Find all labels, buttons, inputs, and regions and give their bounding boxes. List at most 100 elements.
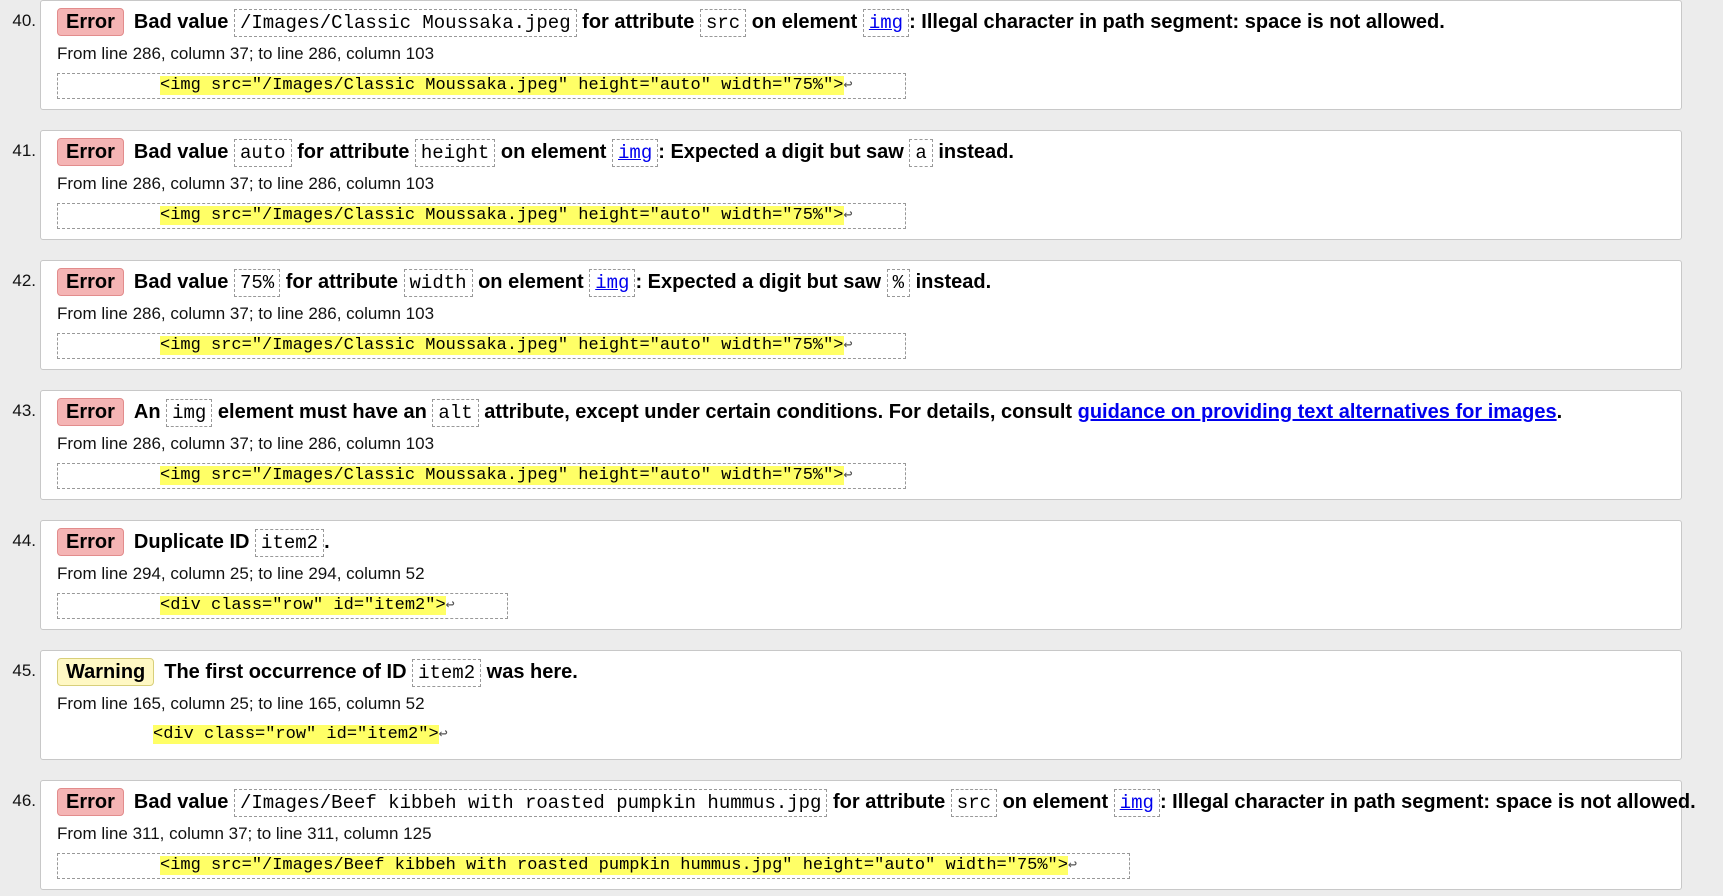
message-text: element must have an [212,401,433,423]
code-snippet: % [886,269,911,297]
message-text: Bad value [133,271,234,293]
highlighted-code: <img src="/Images/Classic Moussaka.jpeg"… [160,466,844,485]
message-text: : Expected a digit but saw [635,271,887,293]
message-text: on element [997,791,1114,813]
message-text: on element [472,271,590,293]
code-extract: <div class="row" id="item2">↩ [57,593,508,619]
img-element-link[interactable]: img [1113,789,1160,817]
code-snippet: height [414,139,496,167]
message-text: for attribute [576,11,700,33]
img-element-link[interactable]: img [862,9,910,37]
message-title: Warning The first occurrence of ID item2 … [57,657,578,687]
code-snippet: src [950,789,998,817]
code-snippet: /Images/Beef kibbeh with roasted pumpkin… [233,789,828,817]
source-location: From line 286, column 37; to line 286, c… [57,304,435,323]
message-number: 43. [12,401,36,420]
message-card: Error Bad value /Images/Beef kibbeh with … [40,780,1696,890]
message-card: Error Bad value /Images/Classic Moussaka.… [40,0,1682,110]
source-location: From line 286, column 37; to line 286, c… [57,174,435,193]
return-icon: ↩ [843,207,853,224]
img-element-link[interactable]: img [612,139,659,167]
message-text: on element [495,141,613,163]
message-card: Error An img element must have an alt att… [40,390,1682,500]
code-snippet: img [166,399,213,427]
source-location: From line 311, column 37; to line 311, c… [57,824,432,843]
code-extract: <img src="/Images/Classic Moussaka.jpeg"… [57,73,906,99]
message-text: Duplicate ID [133,531,256,553]
message-text: attribute, except under certain conditio… [478,401,1078,423]
return-icon: ↩ [445,597,455,614]
img-element-link[interactable]: img [589,269,636,297]
return-icon: ↩ [438,726,448,743]
code-snippet: item2 [255,529,325,557]
code-snippet: 75% [233,269,281,297]
code-extract: <img src="/Images/Classic Moussaka.jpeg"… [57,333,906,359]
message-text: for attribute [291,141,415,163]
message-title: Error Duplicate ID item2. [57,527,330,557]
message-text: The first occurrence of ID [164,661,413,683]
message-number: 40. [12,11,36,30]
message-number: 46. [12,791,36,810]
message-number: 44. [12,531,36,550]
message-card: Error Duplicate ID item2. From line 294, … [40,520,1682,630]
guidance-link[interactable]: guidance on providing text alternatives … [1078,401,1557,423]
message-text: Bad value [133,11,234,33]
message-text: on element [746,11,863,33]
message-text: : Expected a digit but saw [658,141,910,163]
message-card: Warning The first occurrence of ID item2 … [40,650,1682,760]
message-title: Error Bad value /Images/Beef kibbeh with … [57,787,1696,817]
return-icon: ↩ [1067,857,1077,874]
highlighted-code: <img src="/Images/Classic Moussaka.jpeg"… [160,76,844,95]
message-text: . [324,531,330,553]
source-location: From line 165, column 25; to line 165, c… [57,694,425,713]
message-text: : Illegal character in path segment: spa… [909,11,1445,33]
code-extract: <img src="/Images/Beef kibbeh with roast… [57,853,1130,879]
message-card: Error Bad value auto for attribute height… [40,130,1682,240]
highlighted-code: <div class="row" id="item2"> [153,725,439,744]
error-badge: Error [57,138,124,166]
warning-badge: Warning [57,658,155,686]
message-number: 45. [12,661,36,680]
highlighted-code: <img src="/Images/Beef kibbeh with roast… [160,856,1068,875]
message-card: Error Bad value 75% for attribute width o… [40,260,1682,370]
highlighted-code: <div class="row" id="item2"> [160,596,446,615]
message-text: : Illegal character in path segment: spa… [1159,791,1696,813]
error-badge: Error [57,788,124,816]
message-text: An [133,401,167,423]
code-snippet: width [403,269,473,297]
return-icon: ↩ [843,77,853,94]
code-snippet: auto [233,139,292,167]
message-text: instead. [932,141,1014,163]
message-number: 41. [12,141,36,160]
message-text: . [1556,401,1563,423]
message-number: 42. [12,271,36,290]
error-badge: Error [57,8,124,36]
return-icon: ↩ [843,467,853,484]
code-extract: <img src="/Images/Classic Moussaka.jpeg"… [57,203,906,229]
message-text: instead. [910,271,992,293]
code-snippet: src [699,9,747,37]
message-text: Bad value [133,141,234,163]
highlighted-code: <img src="/Images/Classic Moussaka.jpeg"… [160,336,844,355]
return-icon: ↩ [843,337,853,354]
message-title: Error Bad value 75% for attribute width o… [57,267,991,297]
message-text: for attribute [280,271,404,293]
code-extract: <div class="row" id="item2">↩ [57,723,500,749]
message-title: Error Bad value auto for attribute height… [57,137,1014,167]
message-title: Error Bad value /Images/Classic Moussaka.… [57,7,1445,37]
source-location: From line 286, column 37; to line 286, c… [57,434,435,453]
code-extract: <img src="/Images/Classic Moussaka.jpeg"… [57,463,906,489]
source-location: From line 286, column 37; to line 286, c… [57,44,435,63]
message-text: for attribute [827,791,951,813]
code-snippet: a [909,139,933,167]
error-badge: Error [57,398,124,426]
message-text: Bad value [133,791,234,813]
highlighted-code: <img src="/Images/Classic Moussaka.jpeg"… [160,206,844,225]
error-badge: Error [57,528,124,556]
code-snippet: alt [432,399,479,427]
code-snippet: /Images/Classic Moussaka.jpeg [233,9,577,37]
error-badge: Error [57,268,124,296]
message-title: Error An img element must have an alt att… [57,397,1562,427]
code-snippet: item2 [412,659,482,687]
source-location: From line 294, column 25; to line 294, c… [57,564,425,583]
